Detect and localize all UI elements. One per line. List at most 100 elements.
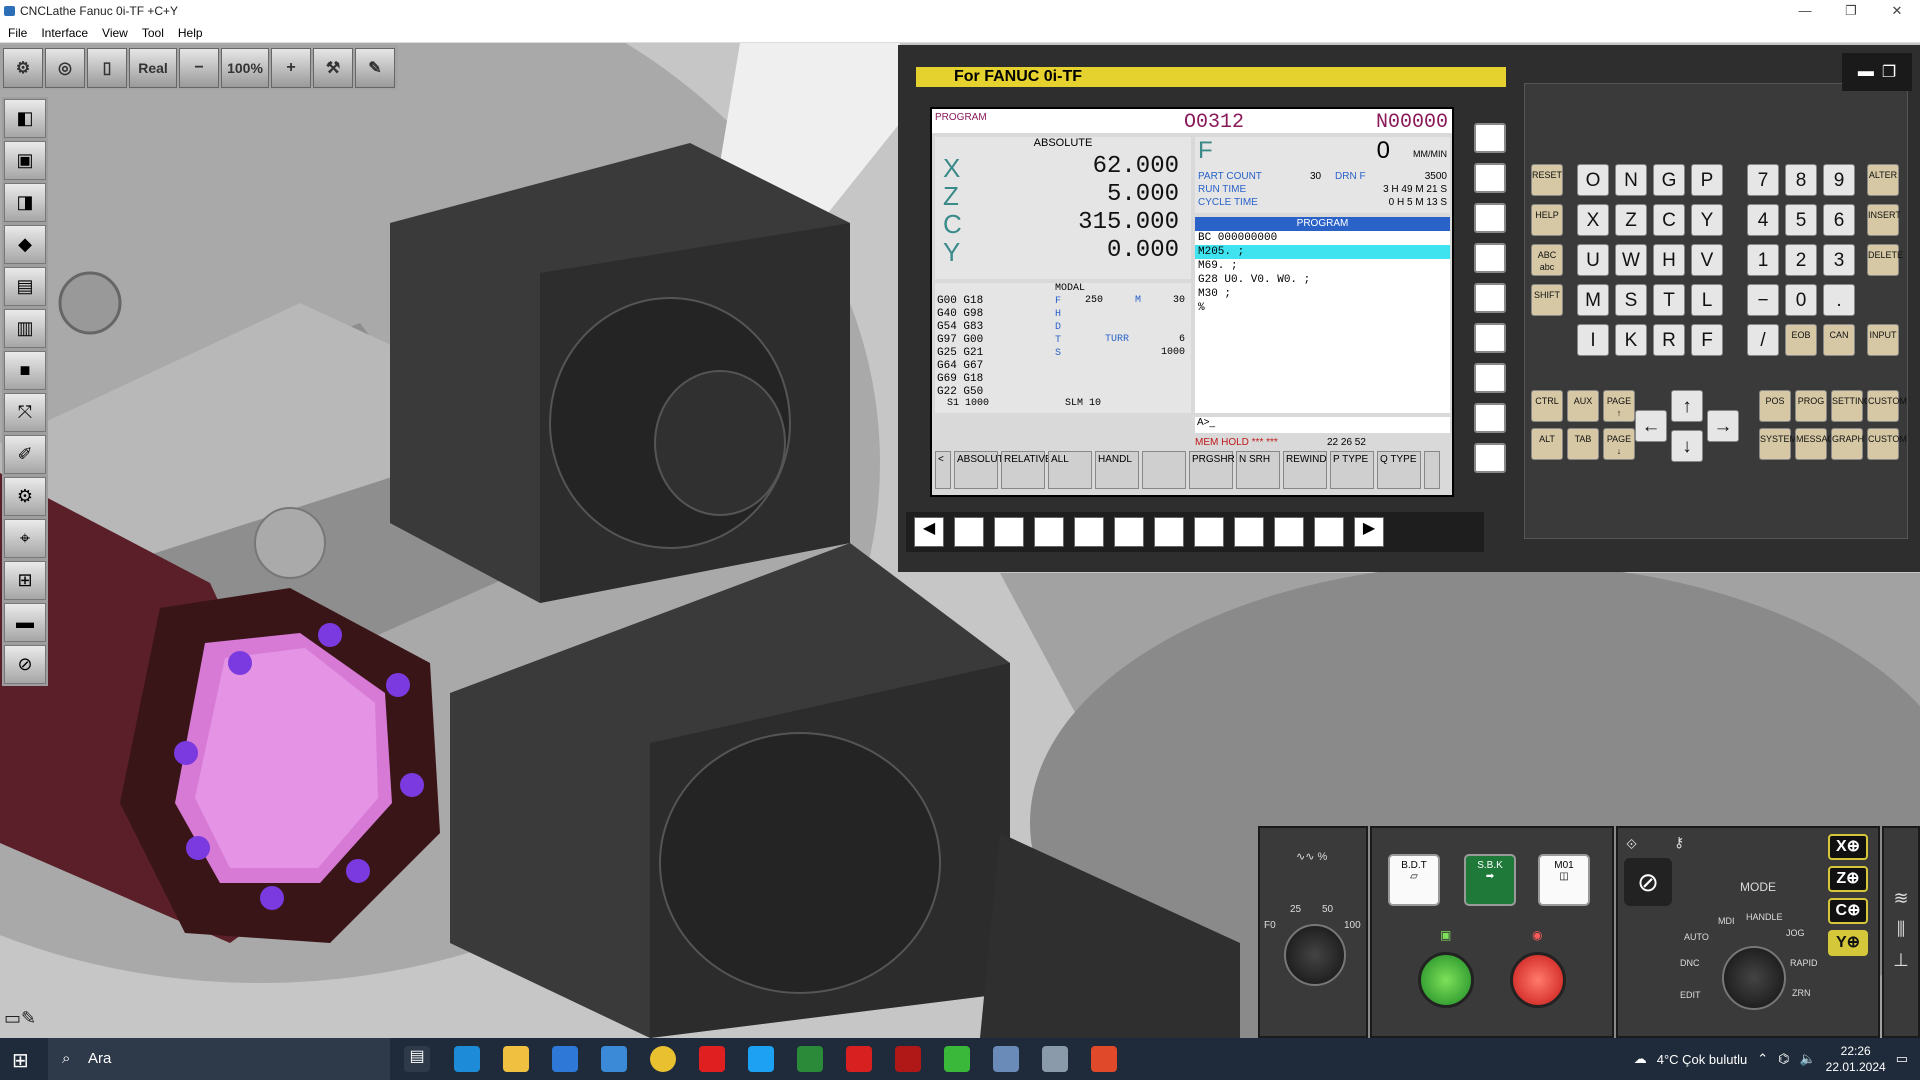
panel-restore-icon[interactable]: ❐	[1882, 62, 1896, 82]
spindle-icon[interactable]: ⚙	[4, 477, 46, 516]
app-c-green-icon[interactable]	[944, 1046, 970, 1072]
key-3[interactable]: 3	[1823, 244, 1855, 276]
key-f[interactable]: F	[1691, 324, 1723, 356]
softkey-prev[interactable]: <	[935, 451, 951, 489]
shift-key[interactable]: SHIFT	[1531, 284, 1563, 316]
zoom-in-button[interactable]: +	[271, 48, 311, 88]
probe-icon[interactable]: ⌖	[4, 519, 46, 558]
mail-icon[interactable]	[601, 1046, 627, 1072]
axis-x-button[interactable]: X⊕	[1828, 834, 1868, 860]
softkey-rewind[interactable]: REWIND	[1283, 451, 1327, 489]
solidworks-icon[interactable]	[895, 1046, 921, 1072]
hsoftkey[interactable]	[1314, 517, 1344, 547]
vsoftkey[interactable]	[1474, 243, 1506, 273]
key-7[interactable]: 7	[1747, 164, 1779, 196]
weather-text[interactable]: 4°C Çok bulutlu	[1657, 1052, 1747, 1067]
view-side-icon[interactable]: ◨	[4, 183, 46, 222]
setting-key[interactable]: SETTING	[1831, 390, 1871, 422]
app-window-icon[interactable]	[993, 1046, 1019, 1072]
key-1[interactable]: 1	[1747, 244, 1779, 276]
real-button[interactable]: Real	[129, 48, 177, 88]
minimize-button[interactable]: —	[1782, 0, 1828, 23]
key-i[interactable]: I	[1577, 324, 1609, 356]
eob-key[interactable]: EOB	[1785, 324, 1817, 356]
custom2-key[interactable]: CUSTOM	[1867, 428, 1907, 460]
hsoftkey[interactable]	[1234, 517, 1264, 547]
softkey-next[interactable]	[1424, 451, 1440, 489]
measure-icon[interactable]: ⚒	[313, 48, 353, 88]
vsoftkey[interactable]	[1474, 123, 1506, 153]
softkey-prgshr[interactable]: PRGSHR	[1189, 451, 1235, 489]
key-y[interactable]: Y	[1691, 204, 1723, 236]
tool-icon[interactable]: ▥	[4, 309, 46, 348]
machine-icon[interactable]: ⚙	[3, 48, 43, 88]
axis-y-button[interactable]: Y⊕	[1828, 930, 1868, 956]
alt-key[interactable]: ALT	[1531, 428, 1563, 460]
axis-c-button[interactable]: C⊕	[1828, 898, 1868, 924]
feed-override-knob[interactable]	[1284, 924, 1346, 986]
vsoftkey[interactable]	[1474, 283, 1506, 313]
softkey-relative[interactable]: RELATIVE	[1001, 451, 1052, 489]
menu-tool[interactable]: Tool	[142, 26, 164, 40]
vsoftkey[interactable]	[1474, 203, 1506, 233]
input-line[interactable]: A>_	[1195, 417, 1450, 433]
axis-z-button[interactable]: Z⊕	[1828, 866, 1868, 892]
measure-tool-icon[interactable]: ⊞	[4, 561, 46, 600]
bdt-button[interactable]: B.D.T ▱	[1388, 854, 1440, 906]
message-key[interactable]: MESSAGE	[1795, 428, 1841, 460]
mode-selector-knob[interactable]	[1722, 946, 1786, 1010]
key-h[interactable]: H	[1653, 244, 1685, 276]
cursor-up-icon[interactable]: ↑	[1671, 390, 1703, 422]
key-slash[interactable]: /	[1747, 324, 1779, 356]
softkey-left-arrow-icon[interactable]: ◀	[914, 517, 944, 547]
menu-view[interactable]: View	[102, 26, 128, 40]
key-w[interactable]: W	[1615, 244, 1647, 276]
page-up-key[interactable]: PAGE ↑	[1603, 390, 1635, 422]
softkey-nsrh[interactable]: N SRH	[1236, 451, 1280, 489]
key-dot[interactable]: .	[1823, 284, 1855, 316]
key-u[interactable]: U	[1577, 244, 1609, 276]
wave-icon[interactable]: ≋	[1884, 888, 1918, 909]
vsoftkey[interactable]	[1474, 363, 1506, 393]
panel-minimize-icon[interactable]: ▬	[1858, 63, 1874, 81]
door-icon[interactable]: ▯	[87, 48, 127, 88]
softkey-all[interactable]: ALL	[1048, 451, 1092, 489]
softkey-handle[interactable]: HANDL	[1095, 451, 1139, 489]
menu-help[interactable]: Help	[178, 26, 203, 40]
hsoftkey[interactable]	[1074, 517, 1104, 547]
prog-key[interactable]: PROG	[1795, 390, 1827, 422]
softkey-right-arrow-icon[interactable]: ▶	[1354, 517, 1384, 547]
hsoftkey[interactable]	[1274, 517, 1304, 547]
key-6[interactable]: 6	[1823, 204, 1855, 236]
aux-key[interactable]: AUX	[1567, 390, 1599, 422]
key-s[interactable]: S	[1615, 284, 1647, 316]
vsoftkey[interactable]	[1474, 403, 1506, 433]
cycle-start-button[interactable]	[1418, 952, 1474, 1008]
vsoftkey[interactable]	[1474, 443, 1506, 473]
softkey-absolute[interactable]: ABSOLUTE	[954, 451, 1010, 489]
view-iso-icon[interactable]: ◧	[4, 99, 46, 138]
key-m[interactable]: M	[1577, 284, 1609, 316]
ctrl-key[interactable]: CTRL	[1531, 390, 1563, 422]
maximize-button[interactable]: ❐	[1828, 0, 1874, 23]
key-r[interactable]: R	[1653, 324, 1685, 356]
reset-key[interactable]: RESET	[1531, 164, 1563, 196]
insert-key[interactable]: INSERT	[1867, 204, 1901, 236]
input-key[interactable]: INPUT	[1867, 324, 1899, 356]
stock-icon[interactable]: ■	[4, 351, 46, 390]
explorer-icon[interactable]	[503, 1046, 529, 1072]
close-button[interactable]: ✕	[1874, 0, 1920, 23]
delete-key[interactable]: DELETE	[1867, 244, 1903, 276]
key-0[interactable]: 0	[1785, 284, 1817, 316]
app-c-red-icon[interactable]	[1091, 1046, 1117, 1072]
view-front-icon[interactable]: ▣	[4, 141, 46, 180]
cursor-right-icon[interactable]: →	[1707, 410, 1739, 442]
help-key[interactable]: HELP	[1531, 204, 1563, 236]
key-5[interactable]: 5	[1785, 204, 1817, 236]
collision-icon[interactable]: ⊘	[4, 645, 46, 684]
axes-icon[interactable]: ⤧	[4, 393, 46, 432]
softkey-ptype[interactable]: P TYPE	[1330, 451, 1374, 489]
vsoftkey[interactable]	[1474, 323, 1506, 353]
zoom-out-button[interactable]: −	[179, 48, 219, 88]
chuck-icon[interactable]: ◎	[45, 48, 85, 88]
